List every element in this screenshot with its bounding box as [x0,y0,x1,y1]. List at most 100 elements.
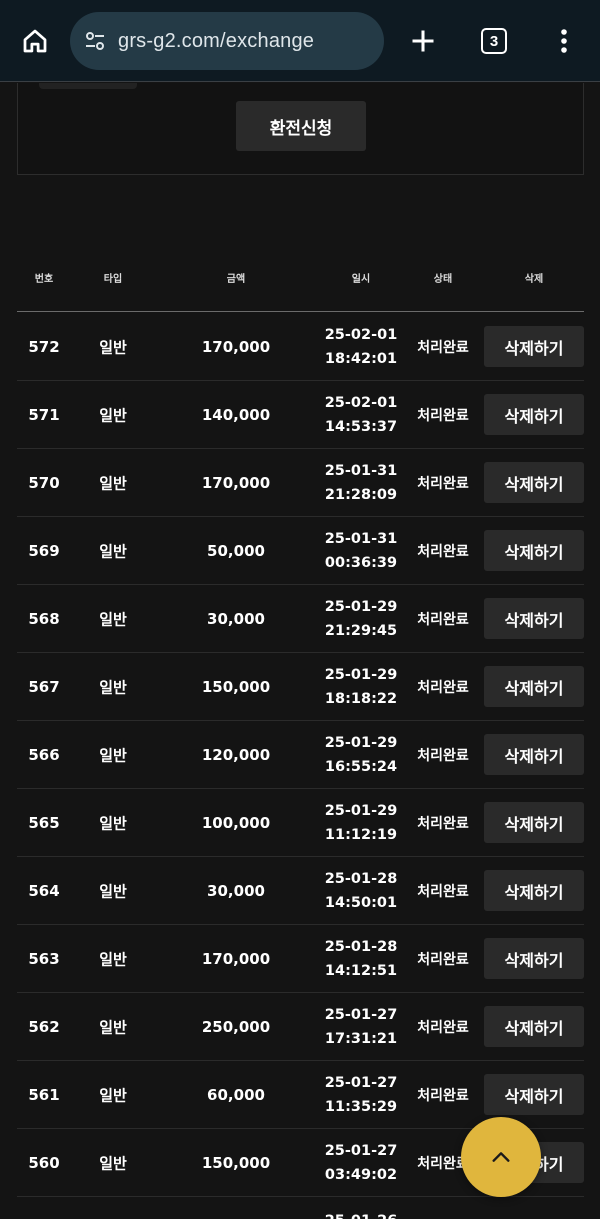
row-status: 처리완료 [417,407,469,424]
plus-icon [412,30,434,52]
delete-button[interactable]: 삭제하기 [484,462,584,503]
header-status: 상태 [433,274,453,285]
row-amount: 170,000 [201,337,271,356]
new-tab-button[interactable] [402,20,444,62]
history-table-header: 번호 타입 금액 일시 상태 삭제 [17,262,584,312]
delete-button[interactable]: 삭제하기 [484,870,584,911]
row-time: 14:50:01 [324,894,398,911]
row-datetime: 25-01-31 00:36:39 [325,527,398,575]
header-datetime: 일시 [351,274,371,285]
chevron-up-icon [492,1152,510,1162]
row-amount: 50,000 [207,541,265,560]
row-number: 560 [28,1153,60,1172]
row-date: 25-01-28 [324,870,398,887]
row-type: 일반 [99,474,127,492]
row-number: 566 [28,745,60,764]
row-number: 563 [28,949,60,968]
row-datetime: 25-01-27 17:31:21 [325,1003,398,1051]
header-type: 타입 [103,274,123,285]
row-time: 11:35:29 [324,1098,398,1115]
row-date: 25-01-31 [324,462,398,479]
row-datetime: 25-01-27 03:49:02 [325,1139,398,1187]
row-date: 25-01-27 [324,1006,398,1023]
row-status: 처리완료 [417,475,469,492]
row-number: 572 [28,337,60,356]
row-amount: 140,000 [201,405,271,424]
row-datetime: 25-01-29 18:18:22 [325,663,398,711]
row-number: 567 [28,677,60,696]
browser-toolbar: grs-g2.com/exchange 3 [0,0,600,82]
table-row: 567 일반 150,000 25-01-29 18:18:22 처리완료 삭제하… [17,653,584,721]
tab-count: 3 [481,28,507,54]
row-amount: 250,000 [201,1017,271,1036]
row-number: 564 [28,881,60,900]
row-datetime: 25-01-29 16:55:24 [325,731,398,779]
delete-button[interactable]: 삭제하기 [484,938,584,979]
home-button[interactable] [12,20,58,62]
delete-button[interactable]: 삭제하기 [484,666,584,707]
table-row: 564 일반 30,000 25-01-28 14:50:01 처리완료 삭제하기 [17,857,584,925]
delete-button[interactable]: 삭제하기 [484,530,584,571]
row-status: 처리완료 [417,1019,469,1036]
row-date: 25-02-01 [324,326,398,343]
row-status: 처리완료 [417,951,469,968]
row-type: 일반 [99,542,127,560]
delete-button[interactable]: 삭제하기 [484,598,584,639]
row-type: 일반 [99,814,127,832]
delete-button[interactable]: 삭제하기 [484,326,584,367]
delete-button[interactable]: 삭제하기 [484,1006,584,1047]
row-time: 03:49:02 [324,1166,398,1183]
row-number: 571 [28,405,60,424]
row-type: 일반 [99,338,127,356]
row-datetime: 25-01-31 21:28:09 [325,459,398,507]
delete-button[interactable]: 삭제하기 [484,734,584,775]
row-amount: 170,000 [201,949,271,968]
row-status: 처리완료 [417,339,469,356]
row-time: 17:31:21 [324,1030,398,1047]
delete-button[interactable]: 삭제하기 [484,1074,584,1115]
table-row: 569 일반 50,000 25-01-31 00:36:39 처리완료 삭제하기 [17,517,584,585]
row-datetime: 25-01-27 11:35:29 [325,1071,398,1119]
row-date: 25-01-26 [325,1209,398,1219]
more-vert-icon [561,29,567,53]
row-datetime: 25-01-28 14:12:51 [325,935,398,983]
form-control-partial [39,83,137,89]
row-time: 00:36:39 [324,554,398,571]
row-time: 21:29:45 [324,622,398,639]
row-time: 11:12:19 [324,826,398,843]
row-amount: 100,000 [201,813,271,832]
row-date: 25-01-29 [324,666,398,683]
tune-icon[interactable] [82,28,108,54]
scroll-top-button[interactable] [461,1117,541,1197]
row-type: 일반 [99,1154,127,1172]
row-date: 25-01-27 [324,1074,398,1091]
table-row: 25-01-26 [17,1197,584,1219]
url-text: grs-g2.com/exchange [118,29,315,52]
row-amount: 30,000 [207,609,265,628]
row-amount: 30,000 [207,881,265,900]
exchange-request-button[interactable]: 환전신청 [236,101,366,151]
row-number: 569 [28,541,60,560]
row-status: 처리완료 [417,747,469,764]
row-date: 25-01-31 [324,530,398,547]
row-time: 14:12:51 [324,962,398,979]
table-row: 570 일반 170,000 25-01-31 21:28:09 처리완료 삭제하… [17,449,584,517]
row-status: 처리완료 [417,679,469,696]
row-type: 일반 [99,882,127,900]
row-time: 14:53:37 [324,418,398,435]
overflow-menu-button[interactable] [546,20,582,62]
delete-button[interactable]: 삭제하기 [484,802,584,843]
row-number: 561 [28,1085,60,1104]
row-number: 562 [28,1017,60,1036]
table-row: 562 일반 250,000 25-01-27 17:31:21 처리완료 삭제하… [17,993,584,1061]
row-type: 일반 [99,950,127,968]
row-type: 일반 [99,746,127,764]
address-bar[interactable]: grs-g2.com/exchange [70,12,384,70]
row-amount: 150,000 [201,1153,271,1172]
exchange-form-panel: 환전신청 [17,83,584,175]
delete-button[interactable]: 삭제하기 [484,394,584,435]
row-status: 처리완료 [417,543,469,560]
tab-switcher-button[interactable]: 3 [472,20,516,62]
row-number: 565 [28,813,60,832]
table-row: 571 일반 140,000 25-02-01 14:53:37 처리완료 삭제하… [17,381,584,449]
